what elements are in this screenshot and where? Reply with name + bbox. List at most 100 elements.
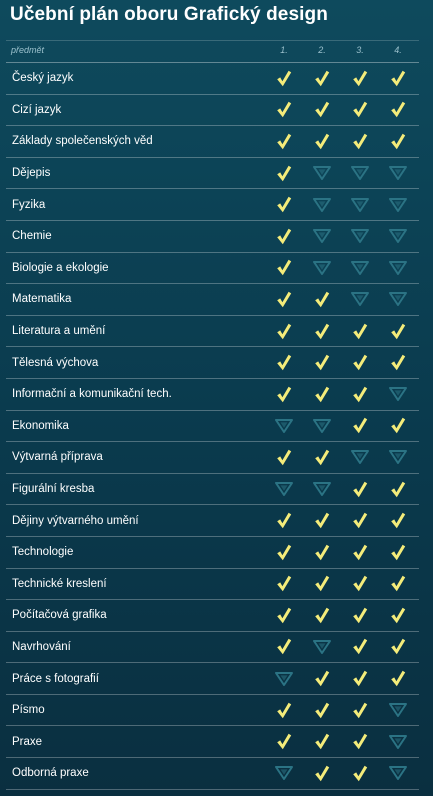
checkmark-icon xyxy=(386,474,410,505)
table-row: Český jazyk xyxy=(6,63,419,95)
checkmark-icon xyxy=(310,505,334,536)
checkmark-icon xyxy=(348,569,372,600)
year-2-header: 2. xyxy=(318,45,326,55)
triangle-down-icon xyxy=(310,474,334,505)
table-row: Fyzika xyxy=(6,189,419,221)
subject-label: Literatura a umění xyxy=(12,325,106,338)
checkmark-icon xyxy=(386,569,410,600)
subject-label: Technické kreslení xyxy=(12,577,107,590)
triangle-down-icon xyxy=(310,411,334,442)
checkmark-icon xyxy=(386,600,410,631)
subject-column-header: předmět xyxy=(11,45,45,55)
table-row: Technologie xyxy=(6,537,419,569)
triangle-down-icon xyxy=(272,411,296,442)
checkmark-icon xyxy=(272,95,296,126)
checkmark-icon xyxy=(272,600,296,631)
table-row: Chemie xyxy=(6,221,419,253)
subject-label: Počítačová grafika xyxy=(12,609,107,622)
checkmark-icon xyxy=(272,537,296,568)
subject-label: Základy společenských věd xyxy=(12,135,153,148)
checkmark-icon xyxy=(272,505,296,536)
checkmark-icon xyxy=(310,758,334,789)
checkmark-icon xyxy=(272,126,296,157)
subject-label: Dějepis xyxy=(12,167,51,180)
triangle-down-icon xyxy=(386,284,410,315)
subject-label: Výtvarná příprava xyxy=(12,451,103,464)
checkmark-icon xyxy=(310,663,334,694)
triangle-down-icon xyxy=(386,158,410,189)
table-row: Ekonomika xyxy=(6,411,419,443)
triangle-down-icon xyxy=(386,221,410,252)
checkmark-icon xyxy=(348,663,372,694)
triangle-down-icon xyxy=(310,632,334,663)
checkmark-icon xyxy=(272,726,296,757)
triangle-down-icon xyxy=(348,284,372,315)
triangle-down-icon xyxy=(348,189,372,220)
table-row: Základy společenských věd xyxy=(6,126,419,158)
triangle-down-icon xyxy=(348,253,372,284)
checkmark-icon xyxy=(272,632,296,663)
checkmark-icon xyxy=(348,758,372,789)
subject-label: Odborná praxe xyxy=(12,767,89,780)
subject-label: Cizí jazyk xyxy=(12,103,62,116)
checkmark-icon xyxy=(348,505,372,536)
checkmark-icon xyxy=(310,63,334,94)
checkmark-icon xyxy=(348,474,372,505)
checkmark-icon xyxy=(310,316,334,347)
subject-label: Navrhování xyxy=(12,640,71,653)
checkmark-icon xyxy=(272,316,296,347)
checkmark-icon xyxy=(386,316,410,347)
checkmark-icon xyxy=(310,95,334,126)
checkmark-icon xyxy=(348,726,372,757)
checkmark-icon xyxy=(310,695,334,726)
table-row: Cizí jazyk xyxy=(6,95,419,127)
table-row: Odborná praxe xyxy=(6,758,419,790)
table-row: Tělesná výchova xyxy=(6,347,419,379)
year-4-header: 4. xyxy=(394,45,402,55)
checkmark-icon xyxy=(272,569,296,600)
checkmark-icon xyxy=(348,316,372,347)
subject-label: Technologie xyxy=(12,546,74,559)
checkmark-icon xyxy=(348,632,372,663)
checkmark-icon xyxy=(348,695,372,726)
table-row: Výtvarná příprava xyxy=(6,442,419,474)
checkmark-icon xyxy=(310,379,334,410)
triangle-down-icon xyxy=(348,442,372,473)
table-body: Český jazyk Cizí jazyk Základy společenský… xyxy=(6,63,419,790)
table-row: Figurální kresba xyxy=(6,474,419,506)
subject-label: Praxe xyxy=(12,735,43,748)
checkmark-icon xyxy=(272,221,296,252)
checkmark-icon xyxy=(386,505,410,536)
triangle-down-icon xyxy=(386,758,410,789)
subject-label: Ekonomika xyxy=(12,419,69,432)
table-header: předmět 1. 2. 3. 4. xyxy=(6,40,419,63)
checkmark-icon xyxy=(310,126,334,157)
triangle-down-icon xyxy=(272,474,296,505)
table-row: Biologie a ekologie xyxy=(6,253,419,285)
checkmark-icon xyxy=(348,347,372,378)
checkmark-icon xyxy=(272,158,296,189)
checkmark-icon xyxy=(386,63,410,94)
subject-label: Biologie a ekologie xyxy=(12,261,109,274)
checkmark-icon xyxy=(310,347,334,378)
checkmark-icon xyxy=(272,63,296,94)
subject-label: Informační a komunikační tech. xyxy=(12,388,172,401)
triangle-down-icon xyxy=(310,189,334,220)
triangle-down-icon xyxy=(386,726,410,757)
triangle-down-icon xyxy=(272,758,296,789)
table-row: Práce s fotografií xyxy=(6,663,419,695)
table-row: Technické kreslení xyxy=(6,569,419,601)
checkmark-icon xyxy=(310,284,334,315)
checkmark-icon xyxy=(272,253,296,284)
checkmark-icon xyxy=(348,95,372,126)
subject-label: Dějiny výtvarného umění xyxy=(12,514,139,527)
subject-label: Matematika xyxy=(12,293,72,306)
triangle-down-icon xyxy=(386,695,410,726)
subject-label: Fyzika xyxy=(12,198,46,211)
checkmark-icon xyxy=(386,632,410,663)
triangle-down-icon xyxy=(386,253,410,284)
checkmark-icon xyxy=(348,126,372,157)
subject-label: Český jazyk xyxy=(12,72,74,85)
table-row: Praxe xyxy=(6,726,419,759)
checkmark-icon xyxy=(272,189,296,220)
